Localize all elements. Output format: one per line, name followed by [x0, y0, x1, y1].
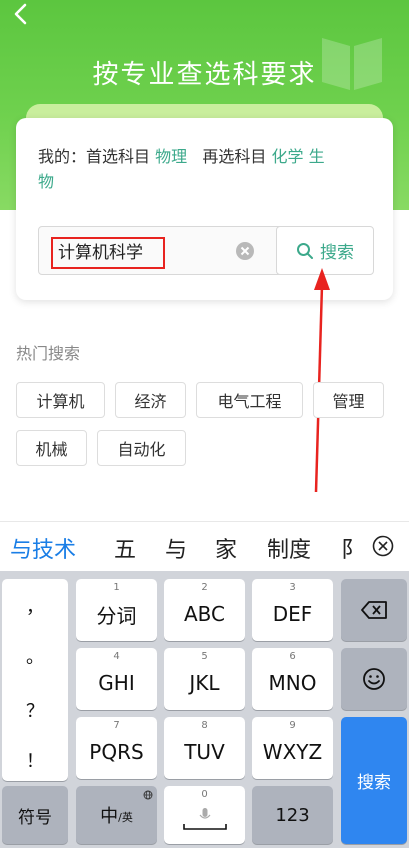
emoji-key[interactable]: [341, 648, 407, 710]
key-5[interactable]: 5 JKL: [164, 648, 245, 710]
search-button[interactable]: 搜索: [276, 226, 374, 275]
key-label: ABC: [183, 602, 225, 626]
symbol-key[interactable]: 符号: [2, 786, 68, 844]
second-subject-2: 生: [308, 147, 325, 166]
key-number: 3: [289, 582, 296, 593]
label-mine: 我的：: [38, 147, 87, 166]
hot-tag[interactable]: 经济: [115, 382, 186, 418]
second-subject-1: 化学: [271, 147, 304, 166]
key-label: MNO: [268, 671, 317, 695]
globe-icon: [143, 790, 153, 800]
key-label: 分词: [96, 603, 137, 628]
key-1[interactable]: 1 分词: [76, 579, 157, 641]
hot-tag[interactable]: 计算机: [16, 382, 105, 418]
key-3[interactable]: 3 DEF: [252, 579, 333, 641]
hot-tag[interactable]: 机械: [16, 430, 87, 466]
key-7[interactable]: 7 PQRS: [76, 717, 157, 779]
candidate-item[interactable]: 与技术: [10, 532, 76, 564]
search-button-label: 搜索: [320, 243, 354, 263]
lang-main-label: 中: [100, 806, 119, 827]
key-number: 9: [289, 720, 296, 731]
candidate-item[interactable]: 家: [215, 532, 237, 564]
back-icon[interactable]: [8, 2, 34, 28]
my-subjects: 我的：首选科目 物理 再选科目 化学 生 物: [38, 144, 378, 194]
page-title: 按专业查选科要求: [92, 60, 317, 90]
key-label: TUV: [184, 740, 225, 764]
space-icon: [182, 824, 227, 830]
hot-tag[interactable]: 自动化: [97, 430, 186, 466]
punct-key[interactable]: ？: [2, 697, 68, 723]
key-label: GHI: [98, 671, 135, 695]
lang-sub-label: /英: [118, 811, 133, 824]
first-subject: 物理: [155, 147, 188, 166]
symbol-key-label: 符号: [18, 807, 52, 828]
hot-tag[interactable]: 管理: [313, 382, 384, 418]
key-8[interactable]: 8 TUV: [164, 717, 245, 779]
key-number: 1: [113, 582, 120, 593]
key-6[interactable]: 6 MNO: [252, 648, 333, 710]
subject-card: 我的：首选科目 物理 再选科目 化学 生 物 计算机科学 搜索: [16, 118, 393, 300]
numbers-key-label: 123: [275, 804, 310, 826]
lang-switch-key[interactable]: 中/英: [76, 786, 157, 844]
backspace-icon: [361, 601, 387, 619]
key-label: PQRS: [89, 740, 144, 764]
punct-key[interactable]: 。: [2, 643, 68, 669]
search-icon: [297, 242, 313, 259]
candidate-item[interactable]: 制度: [267, 532, 311, 564]
key-4[interactable]: 4 GHI: [76, 648, 157, 710]
search-box: 计算机科学 搜索: [38, 226, 374, 275]
hot-search-title: 热门搜索: [16, 344, 81, 363]
close-icon[interactable]: [372, 535, 394, 557]
ime-candidate-bar: 与技术 五 与 家 制度 阝: [0, 521, 409, 571]
punct-key[interactable]: ，: [2, 593, 68, 619]
numbers-key[interactable]: 123: [252, 786, 333, 844]
label-first: 首选科目: [86, 147, 151, 166]
key-number: 6: [289, 651, 296, 662]
key-number: 4: [113, 651, 120, 662]
key-number: 0: [201, 789, 208, 800]
punctuation-column: ， 。 ？ ！: [2, 579, 68, 781]
candidate-item[interactable]: 五: [114, 532, 136, 564]
key-label: WXYZ: [262, 740, 323, 764]
key-label: DEF: [272, 602, 313, 626]
candidate-item[interactable]: 阝: [341, 532, 363, 564]
key-number: 2: [201, 582, 208, 593]
space-key[interactable]: 0: [164, 786, 245, 844]
key-number: 7: [113, 720, 120, 731]
backspace-key[interactable]: [341, 579, 407, 641]
key-2[interactable]: 2 ABC: [164, 579, 245, 641]
key-label: JKL: [189, 671, 220, 695]
second-subject-wrap: 物: [38, 172, 55, 191]
ime-search-key[interactable]: 搜索: [341, 717, 407, 844]
microphone-icon: [199, 808, 210, 819]
label-second: 再选科目: [202, 147, 267, 166]
key-9[interactable]: 9 WXYZ: [252, 717, 333, 779]
clear-icon[interactable]: [235, 241, 255, 261]
key-number: 5: [201, 651, 208, 662]
ime-search-label: 搜索: [357, 773, 391, 793]
candidate-item[interactable]: 与: [165, 532, 187, 564]
hot-tag[interactable]: 电气工程: [196, 382, 303, 418]
key-number: 8: [201, 720, 208, 731]
ime-keyboard: ， 。 ？ ！ 1 分词 2 ABC 3 DEF 4 GHI 5 JKL 6 M…: [0, 571, 409, 848]
emoji-icon: [363, 668, 385, 690]
search-input[interactable]: 计算机科学: [51, 237, 165, 269]
punct-key[interactable]: ！: [2, 747, 68, 773]
